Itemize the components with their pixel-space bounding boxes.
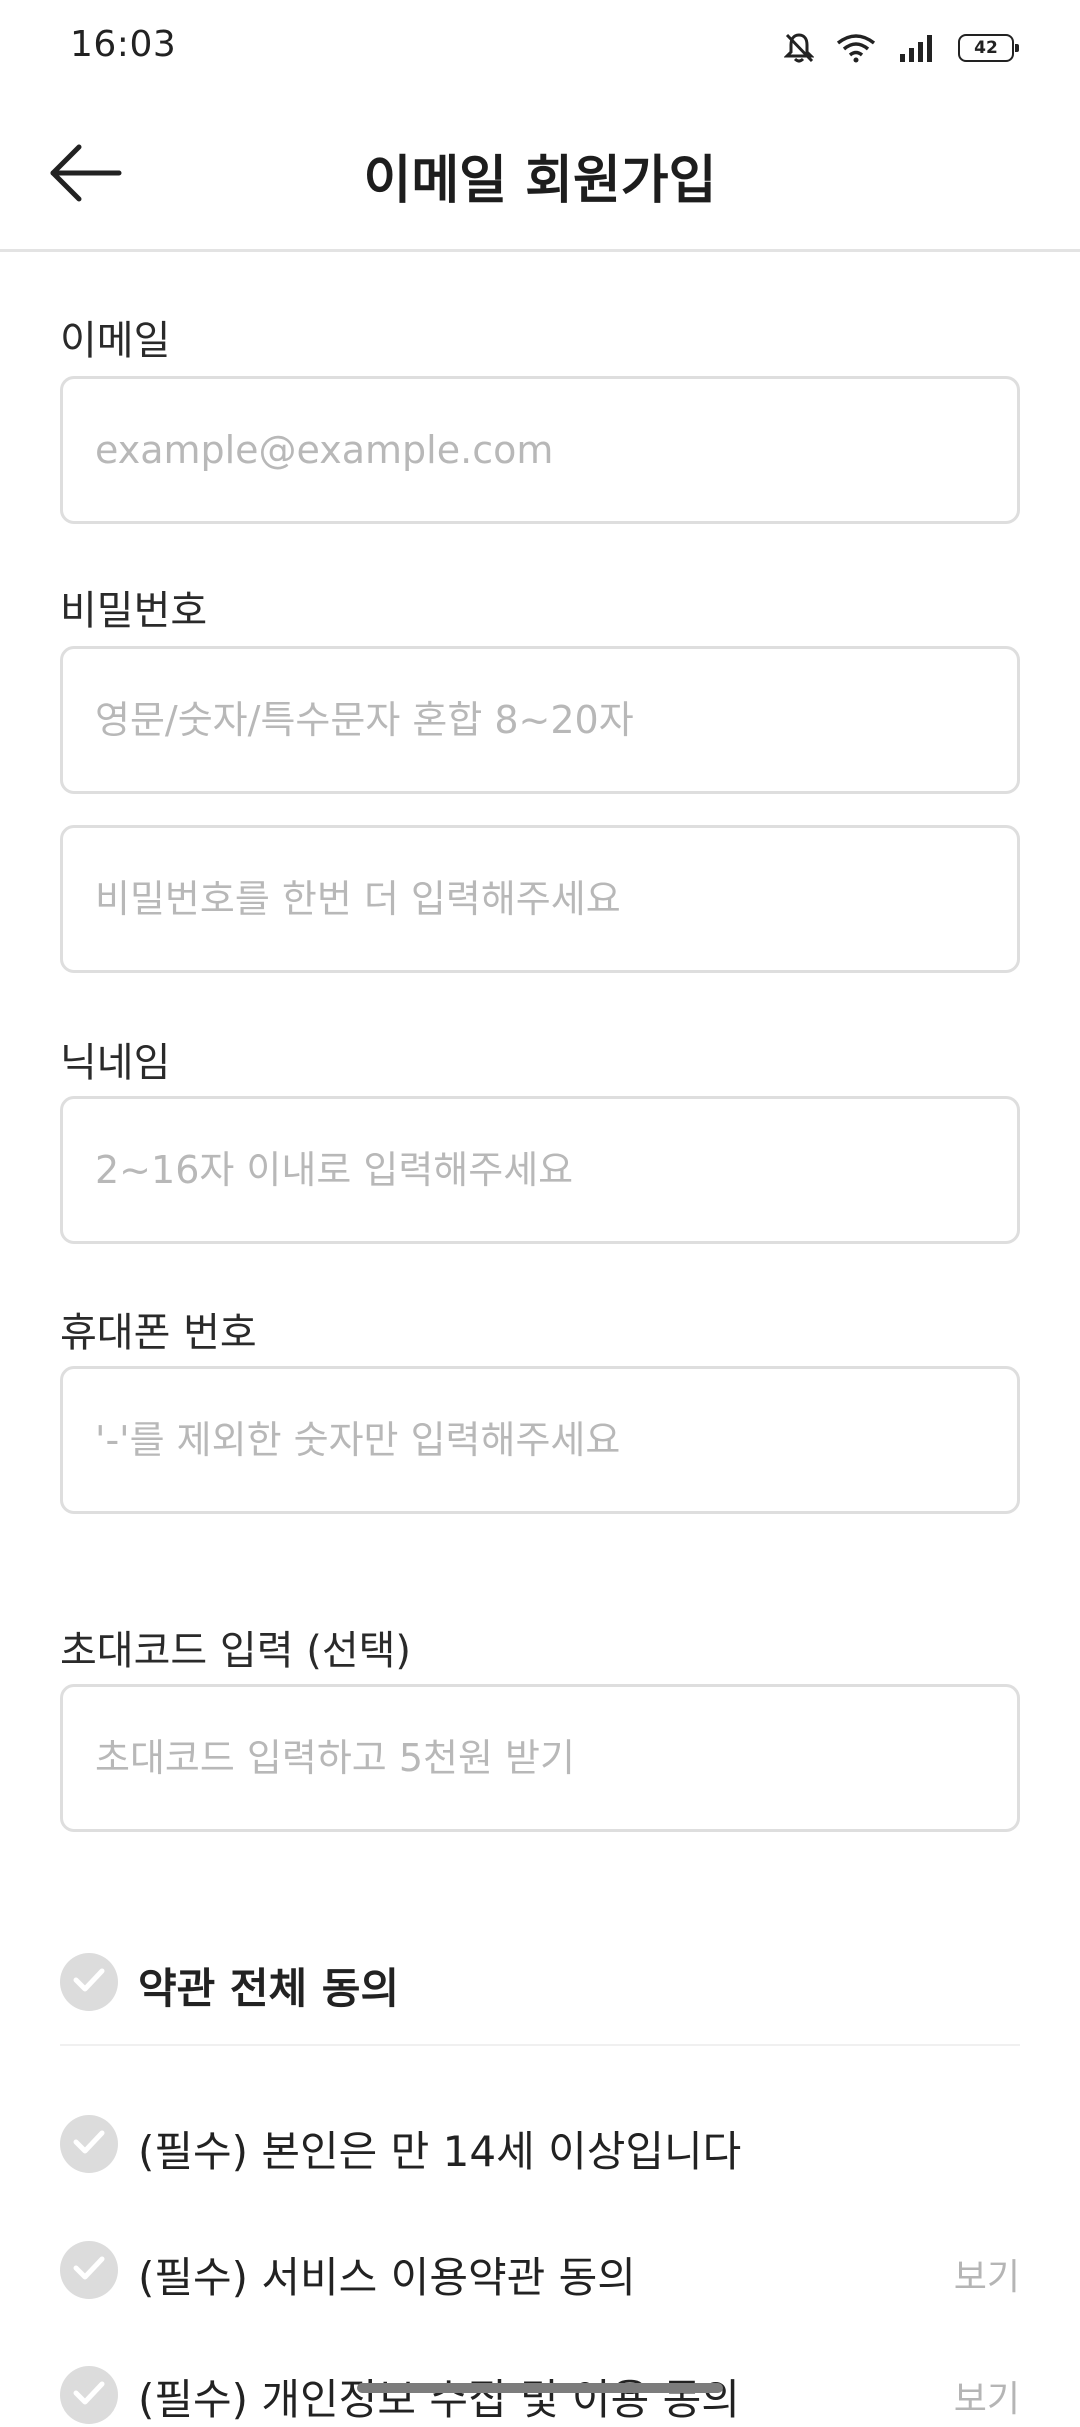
battery-icon: 42 bbox=[958, 34, 1019, 62]
agree-all-checkbox[interactable] bbox=[60, 1953, 118, 2011]
page-title: 이메일 회원가입 bbox=[363, 151, 717, 211]
bell-off-icon bbox=[784, 32, 814, 64]
status-time: 16:03 bbox=[70, 24, 177, 65]
term-age-label[interactable]: (필수) 본인은 만 14세 이상입니다 bbox=[138, 2118, 741, 2179]
agree-all-label[interactable]: 약관 전체 동의 bbox=[138, 1955, 399, 2016]
email-label: 이메일 bbox=[60, 318, 171, 364]
check-icon bbox=[72, 2254, 106, 2286]
term-privacy-checkbox[interactable] bbox=[60, 2366, 118, 2424]
check-icon bbox=[72, 2128, 106, 2160]
app-header: 이메일 회원가입 bbox=[0, 100, 1080, 252]
password-label: 비밀번호 bbox=[60, 588, 208, 634]
nickname-field[interactable] bbox=[60, 1096, 1020, 1244]
password-confirm-field[interactable] bbox=[60, 825, 1020, 973]
status-icons: 42 bbox=[784, 28, 1019, 68]
divider bbox=[60, 2044, 1020, 2046]
check-icon bbox=[72, 1966, 106, 1998]
term-service-checkbox[interactable] bbox=[60, 2241, 118, 2299]
invite-code-label: 초대코드 입력 (선택) bbox=[60, 1628, 412, 1674]
phone-field[interactable] bbox=[60, 1366, 1020, 1514]
wifi-icon bbox=[836, 33, 876, 63]
phone-label: 휴대폰 번호 bbox=[60, 1310, 257, 1356]
check-icon bbox=[72, 2379, 106, 2411]
signal-icon bbox=[898, 33, 936, 63]
term-service-label[interactable]: (필수) 서비스 이용약관 동의 bbox=[138, 2244, 636, 2305]
invite-code-field[interactable] bbox=[60, 1684, 1020, 1832]
nickname-label: 닉네임 bbox=[60, 1040, 171, 1086]
status-bar: 16:03 42 bbox=[0, 0, 1080, 96]
term-privacy-label[interactable]: (필수) 개인정보 수집 및 이용 동의 bbox=[138, 2366, 740, 2427]
term-privacy-view-link[interactable]: 보기 bbox=[954, 2370, 1020, 2422]
term-service-view-link[interactable]: 보기 bbox=[954, 2248, 1020, 2300]
email-field[interactable] bbox=[60, 376, 1020, 524]
password-field[interactable] bbox=[60, 646, 1020, 794]
home-indicator bbox=[357, 2383, 723, 2393]
term-age-checkbox[interactable] bbox=[60, 2115, 118, 2173]
